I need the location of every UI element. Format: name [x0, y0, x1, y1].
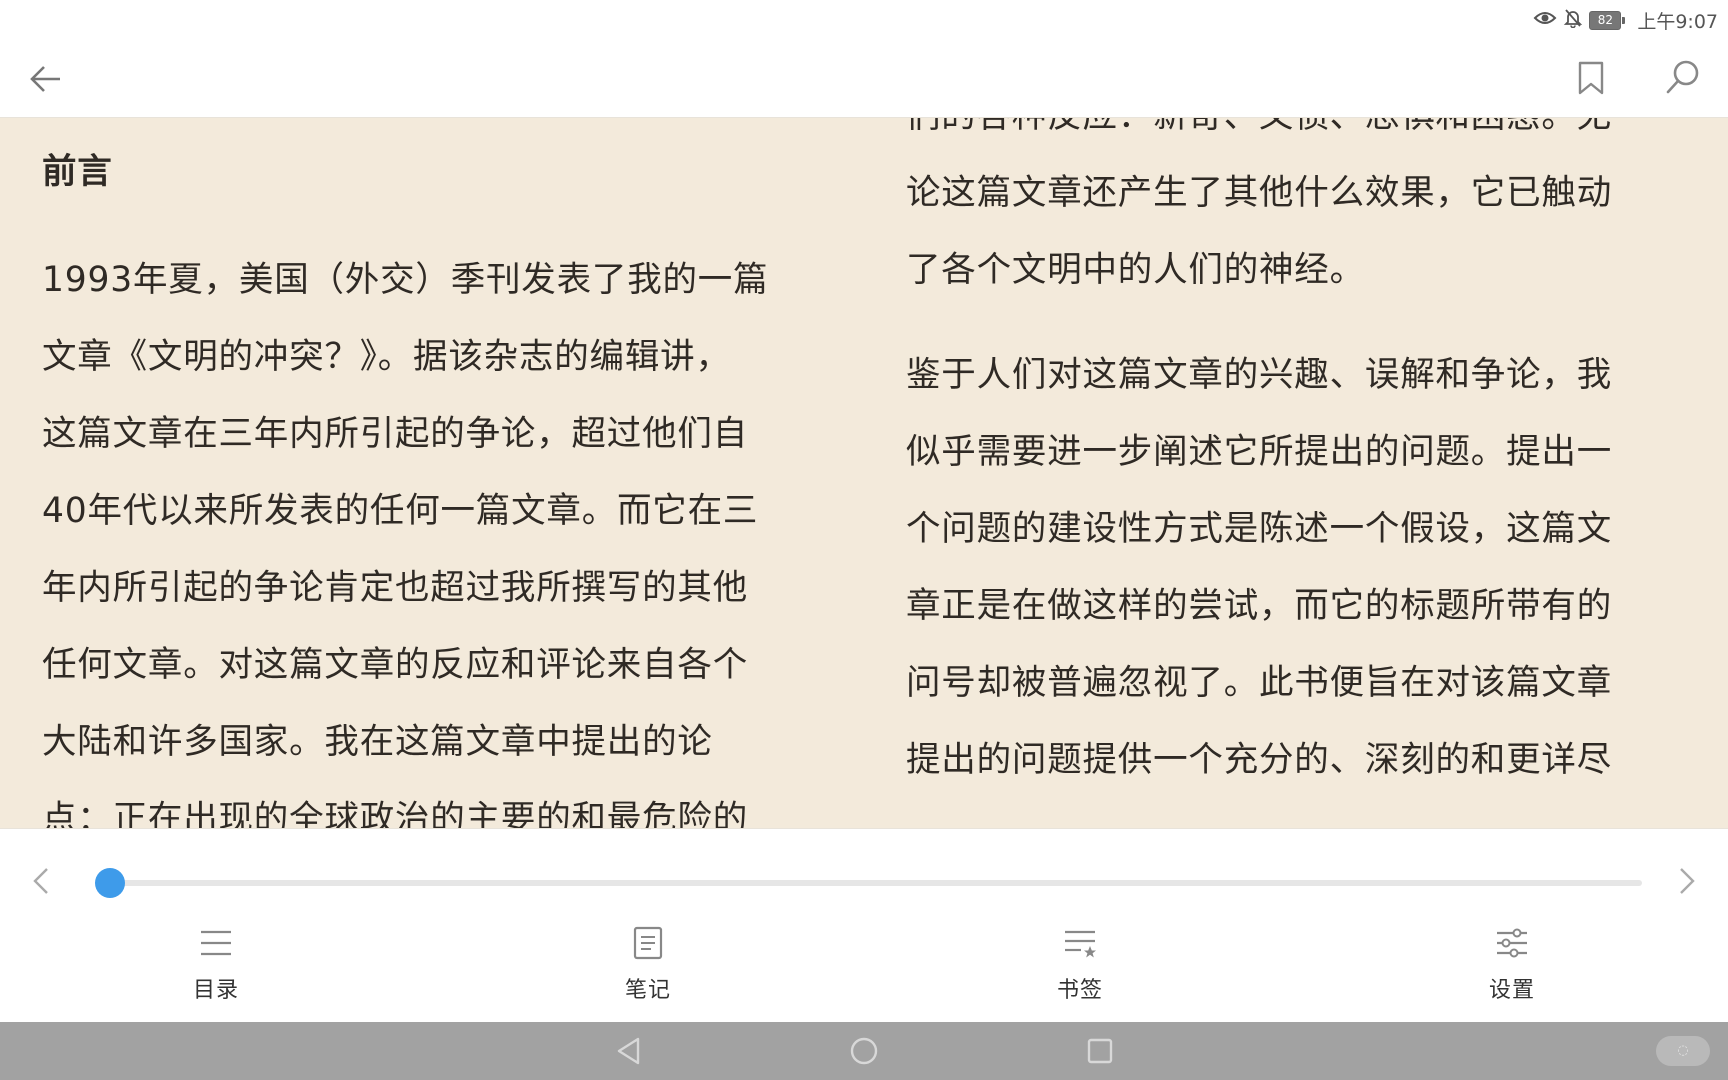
right-page-column: 们的各种反应：新奇、义愤、恐惧和困惑。无 论这篇文章还产生了其他什么效果，它已触… — [906, 118, 1688, 799]
chapter-heading: 前言 — [42, 152, 113, 192]
notes-label: 笔记 — [624, 978, 671, 1003]
watermark-logo: ◌ — [1656, 1036, 1710, 1066]
progress-slider[interactable] — [95, 868, 1642, 898]
muted-bell-icon — [1563, 8, 1583, 33]
text-line: 章正是在做这样的尝试，而它的标题所带有的 — [906, 586, 1612, 626]
text-line: 年内所引起的争论肯定也超过我所撰写的其他 — [42, 568, 748, 608]
note-icon — [633, 926, 663, 960]
triangle-back-icon — [617, 1037, 640, 1065]
bottom-panel: 目录 笔记 书签 设置 — [0, 828, 1728, 1023]
sliders-icon — [1497, 928, 1527, 958]
arrow-left-icon — [30, 66, 60, 92]
search-icon — [1666, 60, 1699, 94]
text-line: 任何文章。对这篇文章的反应和评论来自各个 — [42, 645, 748, 685]
text-line: 了各个文明中的人们的神经。 — [906, 250, 1365, 290]
settings-tab[interactable]: 设置 — [1296, 924, 1728, 1014]
battery-icon: 82 — [1589, 10, 1626, 30]
previous-chapter-button[interactable] — [30, 861, 52, 905]
status-bar: 82 上午9:07 — [0, 0, 1728, 40]
text-line: 问号却被普遍忽视了。此书便旨在对该篇文章 — [906, 663, 1612, 703]
next-chapter-button[interactable] — [1676, 861, 1698, 905]
text-line: 个问题的建设性方式是陈述一个假设，这篇文 — [906, 509, 1612, 549]
bookmarks-tab[interactable]: 书签 — [864, 924, 1296, 1014]
text-line: 文章《文明的冲突？》。据该杂志的编辑讲， — [42, 337, 731, 377]
square-recents-icon — [1087, 1038, 1113, 1064]
system-recents-button[interactable] — [1085, 1036, 1115, 1070]
bookmark-button[interactable] — [1576, 60, 1606, 100]
circle-home-icon — [850, 1037, 878, 1065]
text-line: 鉴于人们对这篇文章的兴趣、误解和争论，我 — [906, 355, 1612, 395]
status-icons: 82 上午9:07 — [1533, 8, 1718, 33]
search-button[interactable] — [1664, 58, 1702, 100]
list-icon — [201, 930, 231, 956]
text-line: 40年代以来所发表的任何一篇文章。而它在三 — [42, 491, 759, 531]
progress-thumb[interactable] — [95, 868, 126, 898]
text-line: 点：正在出现的全球政治的主要的和最危险的 — [42, 799, 748, 828]
text-line: 论这篇文章还产生了其他什么效果，它已触动 — [906, 173, 1612, 213]
bookmarks-label: 书签 — [1056, 978, 1103, 1003]
text-line: 们的各种反应：新奇、义愤、恐惧和困惑。无 — [906, 118, 1688, 155]
chevron-right-icon — [1680, 868, 1695, 894]
text-line: 1993年夏，美国（外交）季刊发表了我的一篇 — [42, 260, 769, 300]
bookmark-icon — [1578, 61, 1604, 95]
text-line: 大陆和许多国家。我在这篇文章中提出的论 — [42, 722, 713, 762]
left-page-column: 前言 1993年夏，美国（外交）季刊发表了我的一篇 文章《文明的冲突？》。据该杂… — [42, 118, 824, 828]
eye-comfort-icon — [1533, 8, 1557, 33]
reading-page[interactable]: 前言 1993年夏，美国（外交）季刊发表了我的一篇 文章《文明的冲突？》。据该杂… — [0, 118, 1728, 828]
top-toolbar — [0, 40, 1728, 118]
clock-time: 上午9:07 — [1637, 10, 1718, 33]
text-line: 这篇文章在三年内所引起的争论，超过他们自 — [42, 414, 748, 454]
system-home-button[interactable] — [849, 1036, 879, 1070]
notes-tab[interactable]: 笔记 — [432, 924, 864, 1014]
system-back-button[interactable] — [614, 1036, 644, 1070]
bottom-nav: 目录 笔记 书签 设置 — [0, 924, 1728, 1014]
text-line: 提出的问题提供一个充分的、深刻的和更详尽 — [906, 740, 1612, 780]
chevron-left-icon — [33, 868, 48, 894]
back-button[interactable] — [28, 62, 64, 100]
settings-label: 设置 — [1488, 978, 1535, 1003]
toc-label: 目录 — [192, 978, 239, 1003]
system-navigation-bar: ◌ — [0, 1022, 1728, 1080]
toc-tab[interactable]: 目录 — [0, 924, 432, 1014]
bookmark-list-icon — [1065, 930, 1096, 958]
text-line: 似乎需要进一步阐述它所提出的问题。提出一 — [906, 432, 1612, 472]
